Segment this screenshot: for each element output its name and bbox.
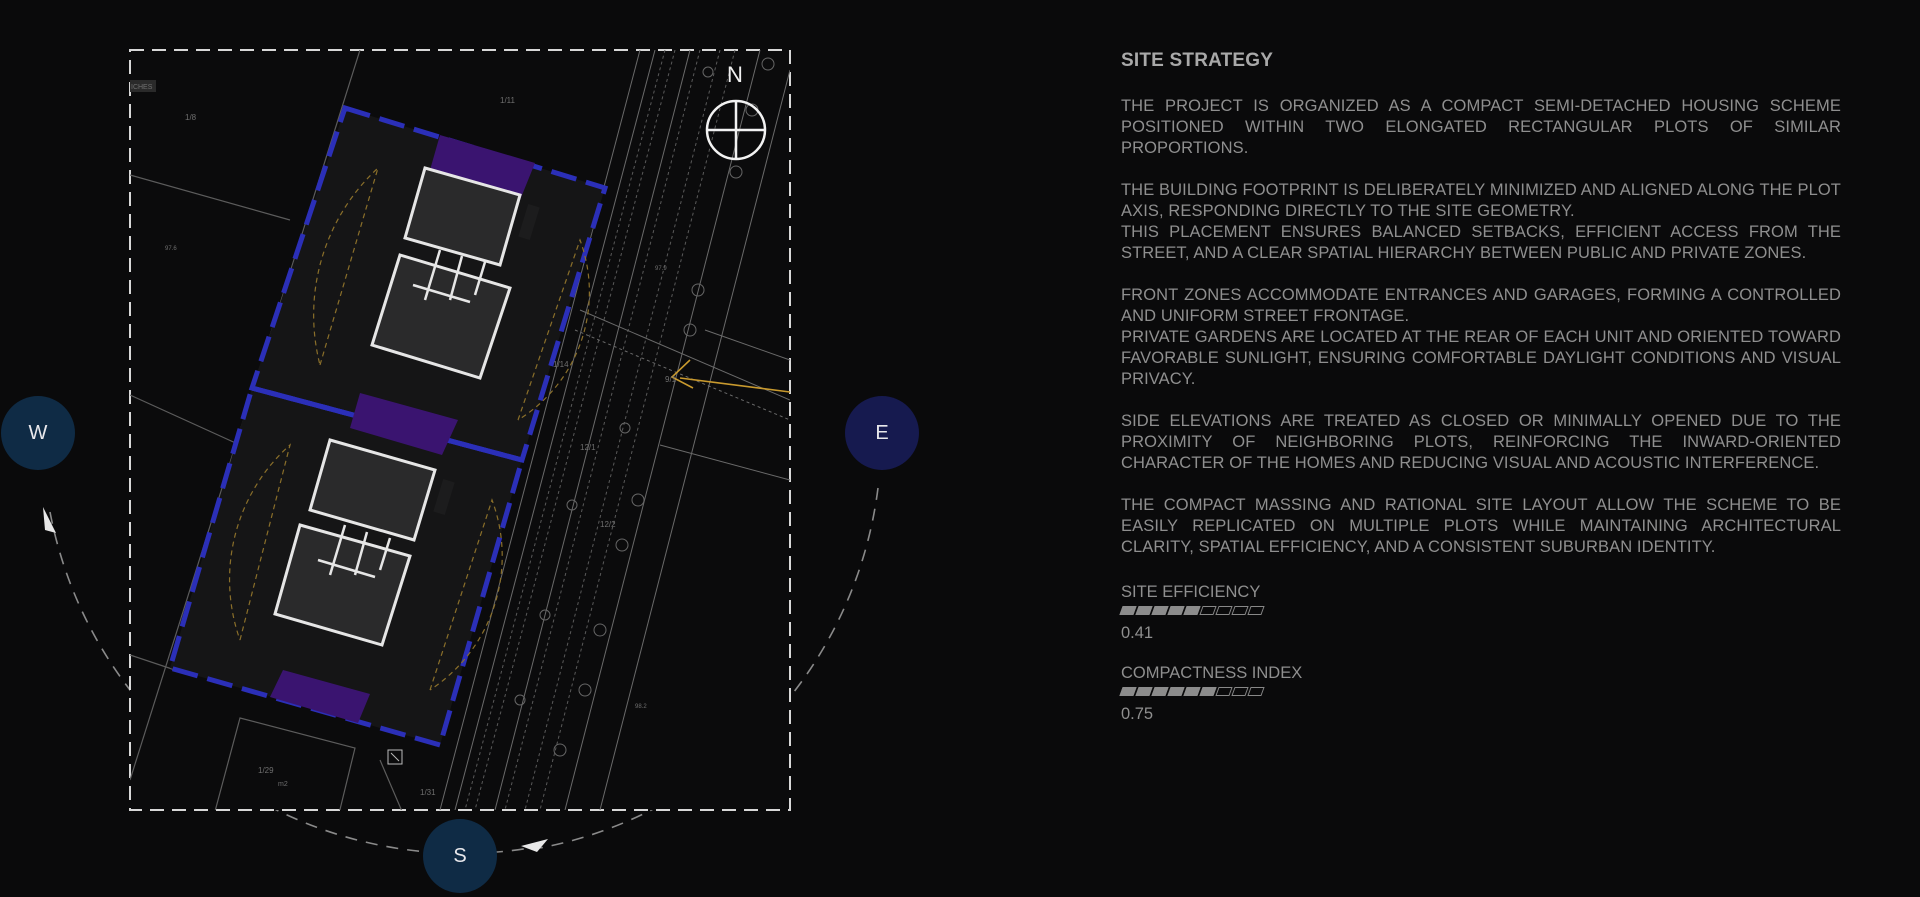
metric-bar-segment bbox=[1119, 606, 1137, 615]
paragraph-text: THE COMPACT MASSING AND RATIONAL SITE LA… bbox=[1121, 496, 1841, 556]
paragraph: THE PROJECT IS ORGANIZED AS A COMPACT SE… bbox=[1121, 96, 1841, 159]
metric-bar-segment bbox=[1247, 606, 1265, 615]
area-unit: m2 bbox=[278, 781, 288, 788]
metric-bar bbox=[1119, 606, 1841, 617]
paragraph-text: THE BUILDING FOOTPRINT IS DELIBERATELY M… bbox=[1121, 181, 1841, 220]
plot-label: 12/2 bbox=[600, 520, 616, 529]
paragraph-text: PRIVATE GARDENS ARE LOCATED AT THE REAR … bbox=[1121, 328, 1841, 388]
metric-bar bbox=[1119, 687, 1841, 698]
paragraph: FRONT ZONES ACCOMMODATE ENTRANCES AND GA… bbox=[1121, 285, 1841, 390]
north-label: N bbox=[727, 62, 743, 87]
panel-title: SITE STRATEGY bbox=[1121, 50, 1274, 71]
metric-label: COMPACTNESS INDEX bbox=[1121, 664, 1303, 682]
north-arrow-icon bbox=[705, 99, 767, 161]
site-strategy-panel: SITE STRATEGY THE PROJECT IS ORGANIZED A… bbox=[1119, 50, 1841, 744]
elevation-label: 97.6 bbox=[165, 246, 177, 252]
legend-tag: ICHES bbox=[131, 84, 153, 91]
paragraph: SIDE ELEVATIONS ARE TREATED AS CLOSED OR… bbox=[1121, 411, 1841, 474]
sun-path-arrow-icon bbox=[43, 507, 56, 533]
metric-bar-segment bbox=[1119, 687, 1137, 696]
compass-west-button[interactable]: W bbox=[1, 396, 75, 470]
metric-bar-segment bbox=[1231, 606, 1249, 615]
metric-bar-segment bbox=[1135, 606, 1153, 615]
plot-label: 1/8 bbox=[185, 113, 197, 122]
plot-label: 12/1 bbox=[580, 443, 596, 452]
elevation-label: 98.2 bbox=[635, 704, 647, 710]
plot-label: 1/14 bbox=[553, 360, 569, 369]
paragraph-text: FRONT ZONES ACCOMMODATE ENTRANCES AND GA… bbox=[1121, 286, 1841, 325]
metric-bar-segment bbox=[1199, 687, 1217, 696]
metric-bar-segment bbox=[1167, 687, 1185, 696]
paragraph: THE COMPACT MASSING AND RATIONAL SITE LA… bbox=[1121, 495, 1841, 558]
metric-bar-segment bbox=[1199, 606, 1217, 615]
metric-bar-segment bbox=[1151, 606, 1169, 615]
paragraph-text: THIS PLACEMENT ENSURES BALANCED SETBACKS… bbox=[1121, 223, 1841, 262]
metric-bar-segment bbox=[1183, 606, 1201, 615]
metric-bar-segment bbox=[1247, 687, 1265, 696]
compass-south-button[interactable]: S bbox=[423, 819, 497, 893]
metric-bar-segment bbox=[1183, 687, 1201, 696]
metric-bar-segment bbox=[1151, 687, 1169, 696]
metric-site-efficiency: SITE EFFICIENCY 0.41 bbox=[1119, 582, 1841, 643]
paragraph-text: SIDE ELEVATIONS ARE TREATED AS CLOSED OR… bbox=[1121, 412, 1841, 472]
metric-bar-segment bbox=[1215, 606, 1233, 615]
metrics: SITE EFFICIENCY 0.41 COMPACTNESS INDEX 0… bbox=[1119, 582, 1841, 724]
elevation-label: 97.9 bbox=[655, 266, 667, 272]
metric-bar-segment bbox=[1167, 606, 1185, 615]
metric-value: 0.75 bbox=[1121, 705, 1154, 723]
metric-bar-segment bbox=[1231, 687, 1249, 696]
plot-label: 1/11 bbox=[500, 96, 516, 105]
plot-label: 9/1 bbox=[665, 375, 677, 384]
metric-label: SITE EFFICIENCY bbox=[1121, 583, 1261, 601]
metric-compactness-index: COMPACTNESS INDEX 0.75 bbox=[1119, 663, 1841, 724]
plot-label: 1/31 bbox=[420, 788, 436, 797]
metric-bar-segment bbox=[1135, 687, 1153, 696]
sun-path-arrow-icon bbox=[521, 839, 548, 852]
metric-bar-segment bbox=[1215, 687, 1233, 696]
paragraph-text: THE PROJECT IS ORGANIZED AS A COMPACT SE… bbox=[1121, 97, 1841, 157]
plot-label: 1/29 bbox=[258, 766, 274, 775]
paragraph: THE BUILDING FOOTPRINT IS DELIBERATELY M… bbox=[1121, 180, 1841, 264]
compass-east-button[interactable]: E bbox=[845, 396, 919, 470]
metric-value: 0.41 bbox=[1121, 624, 1154, 642]
